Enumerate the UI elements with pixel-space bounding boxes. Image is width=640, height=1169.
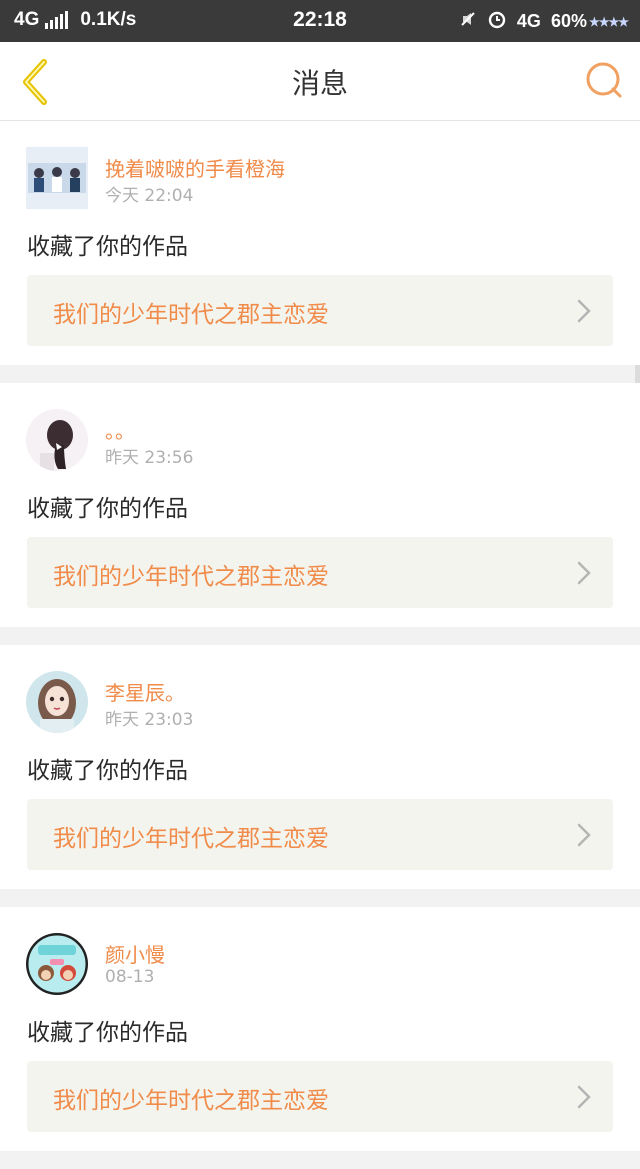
nav-header: 消息 [0,42,640,121]
avatar[interactable] [26,147,88,209]
sender-name[interactable]: 李星辰。 [105,677,185,706]
page-title: 消息 [291,67,348,100]
alarm-icon [487,9,507,34]
message-action: 收藏了你的作品 [27,496,188,522]
message-card[interactable]: 。。 昨天 23:56 收藏了你的作品 我们的少年时代之郡主恋爱 [0,383,640,627]
chevron-right-icon [577,1085,591,1109]
message-time: 昨天 23:03 [105,710,194,730]
data-network-label: 4G [516,11,541,31]
chevron-right-icon [577,823,591,847]
avatar[interactable] [26,933,88,995]
work-title: 我们的少年时代之郡主恋爱 [53,1088,329,1114]
message-card[interactable]: 颜小慢 08-13 收藏了你的作品 我们的少年时代之郡主恋爱 [0,907,640,1151]
message-action: 收藏了你的作品 [27,234,188,260]
work-link[interactable]: 我们的少年时代之郡主恋爱 [27,1061,613,1132]
battery-level: 60% [550,11,587,31]
chevron-right-icon [577,299,591,323]
status-bar: 4G 0.1K/s 22:18 4G 60% ★★★★ [0,0,640,42]
status-right: 4G 60% ★★★★ [459,9,629,34]
cartoon-avatar-icon [26,933,88,995]
message-action: 收藏了你的作品 [27,1020,188,1046]
message-time: 今天 22:04 [105,186,194,206]
sender-name[interactable]: 颜小慢 [105,939,165,968]
message-action: 收藏了你的作品 [27,758,188,784]
avatar[interactable] [26,409,88,471]
mute-icon [459,10,477,33]
sender-name[interactable]: 挽着啵啵的手看橙海 [105,153,285,182]
work-link[interactable]: 我们的少年时代之郡主恋爱 [27,275,613,346]
work-link[interactable]: 我们的少年时代之郡主恋爱 [27,537,613,608]
message-time: 昨天 23:56 [105,448,194,468]
work-title: 我们的少年时代之郡主恋爱 [53,564,329,590]
search-icon [586,62,622,98]
battery-sparkle-icon: ★★★★ [588,14,629,29]
message-list: 挽着啵啵的手看橙海 今天 22:04 收藏了你的作品 我们的少年时代之郡主恋爱 … [0,121,640,1169]
group-photo-avatar-icon [26,147,88,209]
message-card[interactable]: 李星辰。 昨天 23:03 收藏了你的作品 我们的少年时代之郡主恋爱 [0,645,640,889]
message-time: 08-13 [105,967,155,987]
work-link[interactable]: 我们的少年时代之郡主恋爱 [27,799,613,870]
work-title: 我们的少年时代之郡主恋爱 [53,302,329,328]
work-title: 我们的少年时代之郡主恋爱 [53,826,329,852]
illustrated-girl-avatar-icon [26,671,88,733]
girl-back-avatar-icon [26,409,88,471]
message-card[interactable]: 挽着啵啵的手看橙海 今天 22:04 收藏了你的作品 我们的少年时代之郡主恋爱 [0,121,640,365]
search-button[interactable] [584,60,624,100]
sender-name[interactable]: 。。 [105,415,135,444]
avatar[interactable] [26,671,88,733]
chevron-right-icon [577,561,591,585]
